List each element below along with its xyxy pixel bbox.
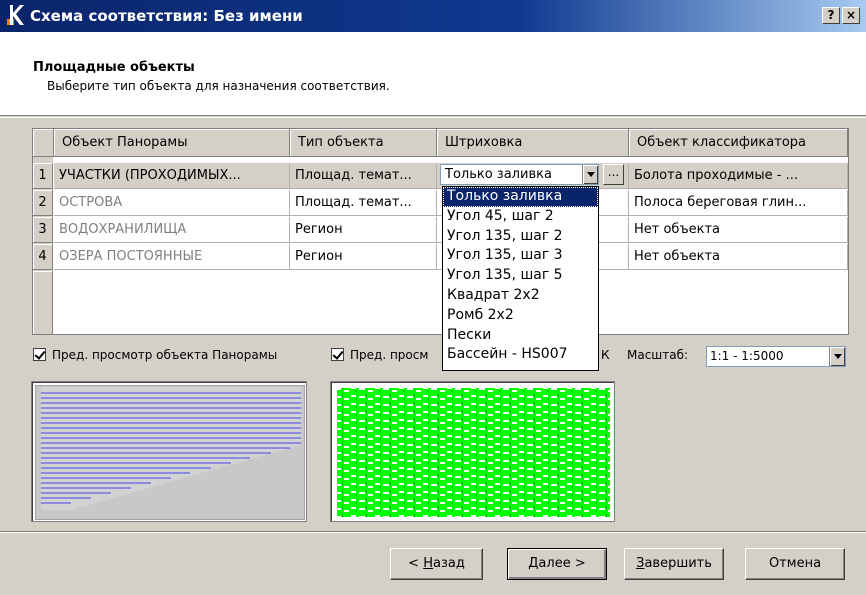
scale-combo[interactable]: 1:1 - 1:5000 bbox=[706, 346, 846, 367]
wizard-header: Площадные объекты Выберите тип объекта д… bbox=[0, 32, 866, 116]
dropdown-option[interactable]: Ромб 2х2 bbox=[443, 306, 598, 326]
back-prefix: < bbox=[408, 556, 424, 571]
hatching-dropdown-list[interactable]: Только заливка Угол 45, шаг 2 Угол 135, … bbox=[442, 186, 599, 371]
cell-classifier-object[interactable]: Нет объекта bbox=[629, 217, 848, 243]
close-button[interactable]: × bbox=[842, 7, 860, 24]
chevron-down-icon[interactable] bbox=[582, 165, 598, 184]
hatching-combo[interactable]: Только заливка bbox=[440, 164, 599, 185]
col-header-classifier-object[interactable]: Объект классификатора bbox=[629, 129, 848, 157]
next-label: алее > bbox=[538, 556, 586, 571]
back-label: азад bbox=[432, 556, 465, 571]
cell-panorama-object[interactable]: УЧАСТКИ (ПРОХОДИМЫХ... bbox=[54, 163, 290, 189]
dropdown-option[interactable]: Пески bbox=[443, 326, 598, 346]
dropdown-option[interactable]: Угол 135, шаг 3 bbox=[443, 246, 598, 266]
header-title: Площадные объекты bbox=[33, 60, 195, 75]
cell-classifier-object[interactable]: Полоса береговая глин... bbox=[629, 190, 848, 216]
window-title: Схема соответствия: Без имени bbox=[30, 7, 303, 25]
checkbox-checked-icon[interactable] bbox=[331, 348, 344, 361]
preview-classifier-checkbox[interactable]: Пред. просм bbox=[331, 346, 428, 366]
cell-panorama-object[interactable]: ОСТРОВА bbox=[54, 190, 290, 216]
dropdown-option[interactable]: Квадрат 2х2 bbox=[443, 286, 598, 306]
cell-panorama-object[interactable]: ОЗЕРА ПОСТОЯННЫЕ bbox=[54, 244, 290, 270]
cell-classifier-object[interactable]: Нет объекта bbox=[629, 244, 848, 270]
preview-classifier-label: Пред. просм bbox=[350, 348, 429, 362]
dropdown-option[interactable]: Угол 45, шаг 2 bbox=[443, 207, 598, 227]
preview-panorama-checkbox[interactable]: Пред. просмотр объекта Панорамы bbox=[33, 346, 277, 366]
hatching-combo-value: Только заливка bbox=[445, 167, 552, 182]
button-separator bbox=[0, 531, 866, 533]
finish-label: авершить bbox=[644, 556, 712, 571]
cell-object-type[interactable]: Регион bbox=[290, 217, 437, 243]
dropdown-option[interactable]: Бассейн - HS007 bbox=[443, 345, 598, 365]
row-number[interactable]: 2 bbox=[33, 190, 53, 216]
row-number[interactable]: 3 bbox=[33, 217, 53, 243]
dropdown-option[interactable]: Только заливка bbox=[443, 187, 598, 207]
scale-value: 1:1 - 1:5000 bbox=[710, 349, 784, 363]
help-button[interactable]: ? bbox=[822, 7, 840, 24]
row-number[interactable]: 4 bbox=[33, 244, 53, 270]
app-logo-icon bbox=[7, 5, 24, 25]
mapping-grid[interactable]: Объект Панорамы Тип объекта Штриховка Об… bbox=[32, 128, 849, 335]
classifier-preview-canvas bbox=[334, 385, 613, 520]
chevron-down-icon[interactable] bbox=[829, 347, 845, 366]
finish-button[interactable]: Завершить bbox=[624, 548, 724, 580]
scale-label: Масштаб: bbox=[627, 348, 689, 362]
col-header-object-type[interactable]: Тип объекта bbox=[290, 129, 437, 157]
back-mnemonic: Н bbox=[423, 556, 433, 571]
cell-object-type[interactable]: Площад. темат... bbox=[290, 190, 437, 216]
cell-classifier-object[interactable]: Болота проходимые - ... bbox=[629, 163, 848, 189]
panorama-preview bbox=[31, 381, 307, 522]
row-header-filler bbox=[33, 271, 53, 334]
checkbox-checked-icon[interactable] bbox=[33, 348, 46, 361]
title-bar[interactable]: Схема соответствия: Без имени ? × bbox=[0, 0, 866, 32]
next-button[interactable]: Далее > bbox=[507, 548, 607, 580]
col-header-hatching[interactable]: Штриховка bbox=[437, 129, 629, 157]
header-divider bbox=[0, 117, 866, 118]
cancel-button[interactable]: Отмена bbox=[745, 548, 845, 580]
back-button[interactable]: < Назад bbox=[390, 548, 483, 580]
marsh-pattern-fill bbox=[337, 388, 610, 517]
row-number[interactable]: 1 bbox=[33, 163, 53, 189]
next-mnemonic: Д bbox=[528, 556, 539, 571]
classifier-preview bbox=[330, 381, 615, 522]
trailing-label-fragment: К bbox=[601, 348, 610, 362]
dropdown-option[interactable]: Угол 135, шаг 2 bbox=[443, 227, 598, 247]
grid-corner bbox=[33, 129, 54, 157]
cell-object-type[interactable]: Площад. темат... bbox=[290, 163, 437, 189]
col-header-panorama-object[interactable]: Объект Панорамы bbox=[54, 129, 290, 157]
cell-panorama-object[interactable]: ВОДОХРАНИЛИЩА bbox=[54, 217, 290, 243]
ellipsis-button[interactable]: ... bbox=[603, 164, 624, 185]
dialog-window: Схема соответствия: Без имени ? × Площад… bbox=[0, 0, 866, 595]
panorama-preview-canvas bbox=[35, 385, 305, 520]
dropdown-option[interactable]: Угол 135, шаг 5 bbox=[443, 266, 598, 286]
preview-panorama-label: Пред. просмотр объекта Панорамы bbox=[52, 348, 278, 362]
cell-object-type[interactable]: Регион bbox=[290, 244, 437, 270]
header-subtitle: Выберите тип объекта для назначения соот… bbox=[47, 79, 390, 93]
